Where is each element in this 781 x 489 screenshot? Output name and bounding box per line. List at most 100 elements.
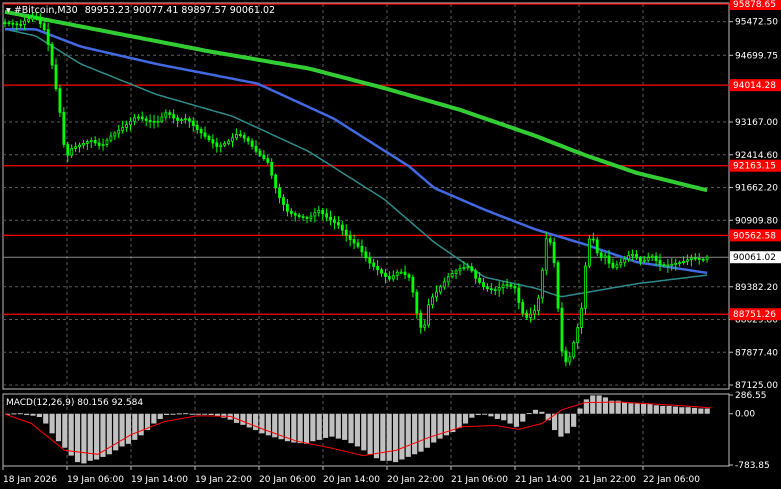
candle-body — [568, 356, 572, 363]
candle-body — [372, 262, 376, 267]
candle-body — [219, 144, 223, 147]
macd-bar — [183, 413, 189, 415]
price-level-label: 88751.26 — [733, 310, 776, 320]
candle-body — [470, 266, 474, 272]
candle-body — [121, 127, 125, 131]
candle-body — [403, 271, 407, 276]
candle-body — [168, 112, 172, 115]
macd-bar — [310, 413, 316, 442]
candle-body — [340, 224, 344, 231]
candle-body — [348, 234, 352, 240]
candle-body — [180, 119, 183, 121]
candle-body — [203, 132, 207, 137]
candle-body — [435, 291, 438, 298]
candle-body — [603, 255, 607, 259]
candle-body — [215, 142, 219, 147]
candle-body — [152, 120, 156, 123]
macd-bar — [253, 413, 259, 431]
candle-body — [54, 64, 58, 90]
macd-bar — [176, 413, 182, 415]
candle-body — [325, 213, 329, 218]
candle-body — [34, 16, 38, 19]
candle-body — [31, 16, 34, 20]
macd-bar — [653, 405, 659, 414]
candle-body — [297, 214, 301, 218]
candle-body — [505, 284, 509, 287]
time-tick-label: 21 Jan 06:00 — [451, 475, 508, 485]
candle-body — [223, 143, 227, 146]
candle-body — [258, 150, 262, 156]
candle-body — [231, 137, 234, 142]
trading-chart[interactable]: 95472.50 94699.75 93167.00 92414.60 91662.20… — [0, 0, 781, 489]
macd-bar — [195, 413, 201, 415]
macd-bar — [482, 413, 488, 415]
candle-body — [591, 238, 595, 241]
candle-body — [682, 260, 685, 263]
candle-body — [509, 284, 513, 287]
candle-body — [336, 222, 340, 226]
candle-body — [666, 264, 670, 267]
candle-body — [211, 139, 215, 144]
time-tick-label: 20 Jan 22:00 — [387, 475, 444, 485]
macd-bar — [62, 413, 68, 448]
candle-body — [360, 245, 364, 253]
macd-bar — [520, 413, 526, 422]
macd-bar — [704, 408, 710, 414]
candle-body — [289, 210, 293, 214]
candle-body — [419, 312, 423, 328]
candle-body — [607, 255, 611, 264]
macd-bar — [43, 413, 49, 424]
candle-body — [646, 257, 650, 261]
macd-bar — [354, 413, 360, 447]
candle-body — [117, 129, 121, 134]
price-level-label: 90562.58 — [733, 231, 776, 241]
price-tick-label: 87125.00 — [735, 381, 778, 391]
macd-bar — [240, 413, 246, 425]
time-tick-label: 19 Jan 22:00 — [195, 475, 252, 485]
macd-bar — [628, 403, 634, 414]
macd-bar — [698, 408, 704, 414]
candle-body — [293, 213, 297, 216]
candle-body — [85, 141, 89, 144]
macd-bar — [571, 413, 577, 427]
macd-bar — [672, 406, 678, 414]
macd-bar — [412, 413, 418, 455]
candle-body — [285, 204, 289, 212]
candle-body — [109, 135, 113, 141]
candle-body — [148, 120, 152, 122]
candle-body — [133, 117, 136, 122]
candle-body — [639, 257, 642, 262]
macd-title: MACD(12,26,9) 80.156 92.584 — [6, 398, 143, 408]
macd-bar — [151, 413, 157, 424]
candle-body — [266, 158, 270, 163]
candle-body — [446, 276, 450, 283]
macd-bar — [81, 413, 87, 464]
candle-body — [540, 269, 544, 299]
macd-bar — [577, 408, 583, 414]
candle-body — [42, 23, 46, 30]
time-tick-label: 21 Jan 22:00 — [579, 475, 636, 485]
macd-bar — [68, 413, 74, 456]
candle-body — [384, 272, 387, 277]
candle-body — [670, 263, 674, 266]
price-tick-label: 90909.80 — [735, 216, 778, 226]
macd-bar — [221, 413, 227, 418]
macd-bar — [335, 413, 341, 439]
candle-body — [376, 265, 380, 271]
header-icon: ▾ — [6, 5, 11, 16]
price-tick-label: 87877.40 — [735, 348, 778, 358]
macd-bar — [501, 413, 507, 421]
candle-body — [368, 257, 372, 264]
macd-bar — [666, 405, 672, 414]
time-tick-label: 20 Jan 14:00 — [323, 475, 380, 485]
candle-body — [191, 120, 195, 126]
price-tick-label: 94699.75 — [735, 51, 778, 61]
candle-body — [156, 120, 160, 123]
candle-body — [450, 272, 454, 278]
candle-body — [3, 22, 7, 25]
price-tick-label: 95472.50 — [735, 18, 778, 28]
macd-bar — [462, 413, 469, 424]
candle-body — [144, 118, 148, 121]
candle-body — [411, 276, 415, 293]
candle-body — [658, 260, 662, 266]
